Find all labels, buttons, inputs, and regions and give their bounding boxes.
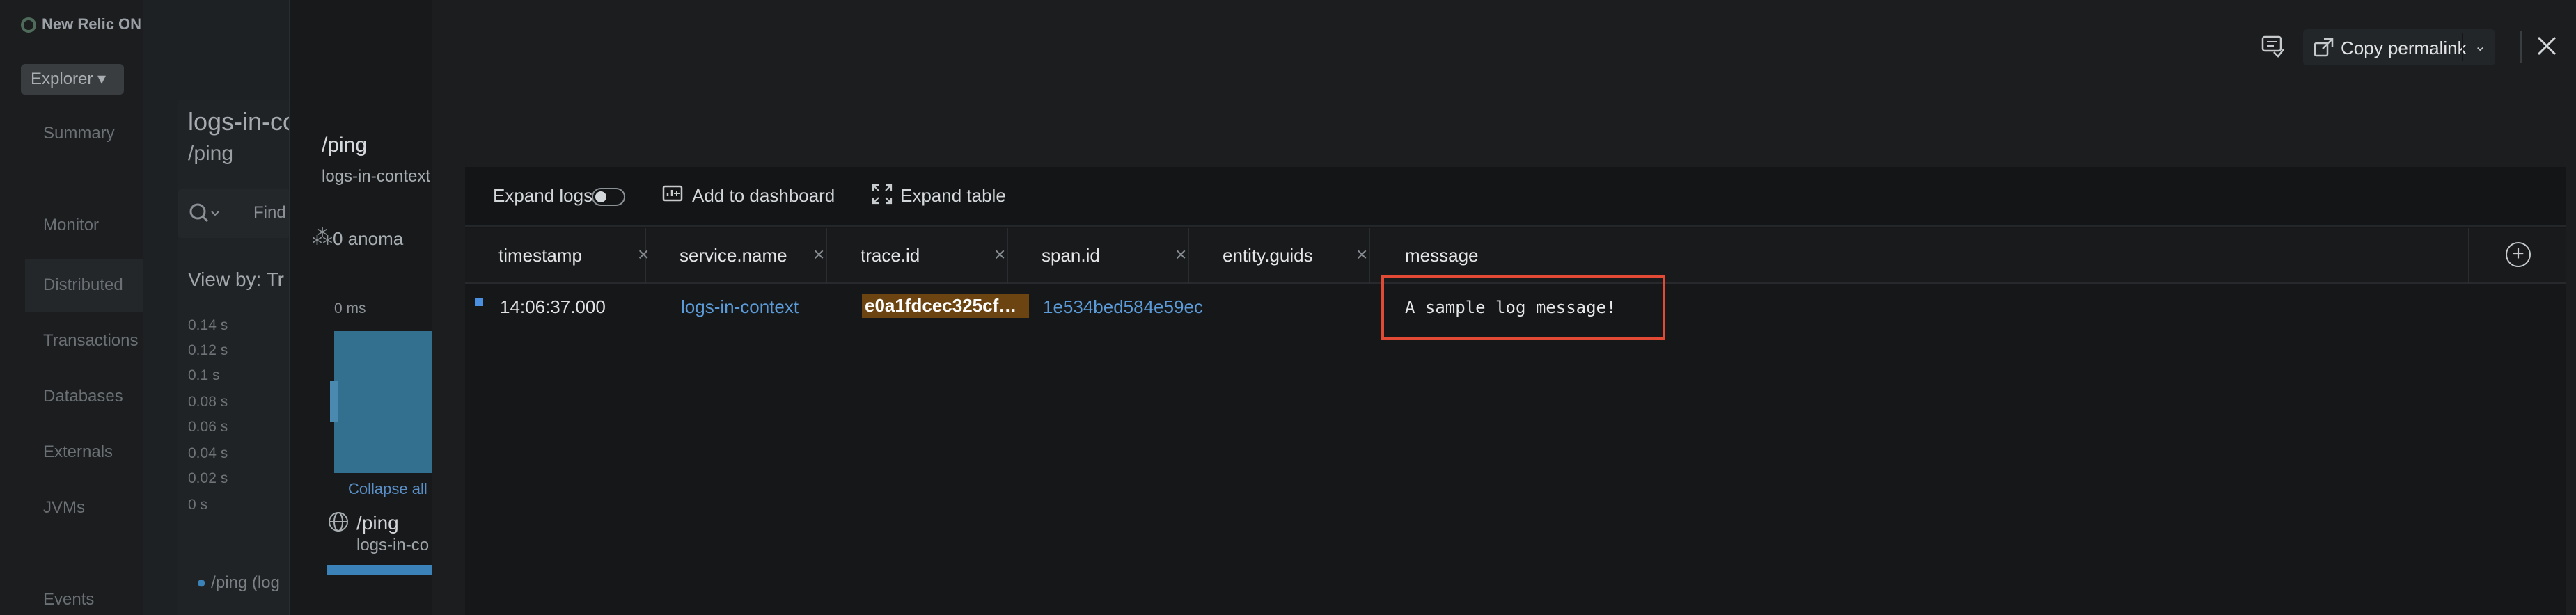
expand-table-icon: [872, 184, 893, 205]
column-header-service-name[interactable]: service.name ×: [646, 228, 827, 284]
remove-column-icon[interactable]: ×: [1356, 243, 1367, 266]
add-column-button[interactable]: +: [2468, 228, 2566, 284]
span-service: logs-in-co: [356, 536, 430, 554]
column-label: trace.id: [861, 245, 920, 266]
close-svg: [2537, 36, 2557, 56]
cell-trace-id[interactable]: e0a1fdcec325cfa6…: [862, 294, 1029, 318]
explorer-label: Explorer: [31, 70, 93, 88]
cell-span-id[interactable]: 1e534bed584e59ec: [1043, 296, 1203, 318]
explorer-button[interactable]: Explorer ▾: [21, 64, 124, 95]
expand-table-button[interactable]: Expand table: [900, 185, 1006, 207]
add-to-dashboard-button[interactable]: Add to dashboard: [692, 185, 835, 207]
legend-dot-icon: ●: [196, 573, 212, 592]
y-axis-tick: 0.14 s: [188, 317, 228, 333]
span-name[interactable]: /ping: [356, 512, 399, 534]
column-header-trace-id[interactable]: trace.id ×: [827, 228, 1008, 284]
anomalies-count[interactable]: 0 anoma: [333, 228, 403, 250]
legend-label: /ping (log: [211, 573, 280, 592]
logs-panel: Expand logs Add to dashboard Expand tabl…: [465, 167, 2566, 615]
plus-circle-icon: +: [2506, 242, 2531, 267]
link-out-icon: [2314, 38, 2334, 57]
globe-svg: [329, 512, 348, 532]
brand-label: New Relic ON: [42, 15, 142, 33]
nav-item-monitor[interactable]: Monitor: [43, 216, 99, 235]
close-icon[interactable]: [2534, 33, 2559, 58]
view-by-label: View by: Tr: [188, 269, 284, 290]
expand-logs-label: Expand logs: [493, 185, 593, 206]
entity-subtitle: /ping: [188, 142, 234, 165]
new-relic-logo-icon: [21, 17, 36, 33]
add-to-dashboard-icon: [662, 185, 683, 202]
column-label: message: [1405, 245, 1479, 266]
chart-legend: ● /ping (log: [196, 573, 280, 593]
y-axis-tick: 0 s: [188, 497, 208, 513]
permalink-divider: [2462, 33, 2463, 61]
anomalies-icon: ⁂: [312, 226, 333, 249]
span-duration-bar: [327, 565, 432, 575]
collapse-all-link[interactable]: Collapse all: [348, 480, 427, 498]
chevron-down-icon[interactable]: ⌄: [2474, 38, 2486, 55]
logs-toolbar: Expand logs Add to dashboard Expand tabl…: [465, 167, 2566, 227]
y-axis-tick: 0.08 s: [188, 394, 228, 410]
y-axis-tick: 0.04 s: [188, 445, 228, 461]
column-label: service.name: [680, 245, 787, 266]
toggle-knob: [595, 191, 606, 202]
search-icon: [189, 203, 219, 223]
y-axis-tick: 0.1 s: [188, 367, 220, 383]
search-label: Find: [253, 203, 286, 222]
column-label: timestamp: [498, 245, 582, 266]
trace-waterfall-marker: [330, 381, 338, 422]
timeline-start: 0 ms: [334, 301, 366, 317]
globe-icon: [327, 511, 350, 538]
annotation-highlight-box: [1381, 275, 1665, 340]
nav-item-distributed[interactable]: Distributed: [43, 275, 123, 295]
header-divider: [2520, 31, 2522, 63]
remove-column-icon[interactable]: ×: [1175, 243, 1186, 266]
trace-waterfall-bar[interactable]: [334, 331, 432, 473]
column-header-span-id[interactable]: span.id ×: [1008, 228, 1189, 284]
column-label: entity.guids: [1223, 245, 1313, 266]
trace-service[interactable]: logs-in-context: [322, 167, 430, 186]
trace-title: /ping: [322, 134, 368, 157]
column-header-timestamp[interactable]: timestamp ×: [465, 228, 649, 284]
nav-item-externals[interactable]: Externals: [43, 442, 113, 462]
column-label: span.id: [1042, 245, 1100, 266]
feedback-svg: [2261, 35, 2284, 58]
nav-item-databases[interactable]: Databases: [43, 387, 123, 406]
y-axis-tick: 0.06 s: [188, 419, 228, 435]
copy-permalink-button[interactable]: Copy permalink ⌄: [2303, 29, 2495, 65]
cell-timestamp: 14:06:37.000: [500, 296, 606, 317]
feedback-icon[interactable]: [2260, 33, 2285, 58]
nav-item-jvms[interactable]: JVMs: [43, 498, 85, 518]
expand-logs-toggle[interactable]: [592, 188, 625, 206]
remove-column-icon[interactable]: ×: [994, 243, 1005, 266]
column-header-entity-guids[interactable]: entity.guids ×: [1189, 228, 1370, 284]
copy-permalink-label: Copy permalink: [2341, 38, 2467, 58]
brand: New Relic ON: [21, 15, 141, 33]
nav-item-summary[interactable]: Summary: [43, 124, 115, 143]
nav-item-transactions[interactable]: Transactions: [43, 331, 139, 351]
cell-service-name[interactable]: logs-in-context: [681, 296, 799, 318]
search-bar[interactable]: Find: [178, 189, 290, 238]
remove-column-icon[interactable]: ×: [813, 243, 824, 266]
y-axis-tick: 0.12 s: [188, 342, 228, 358]
y-axis-tick: 0.02 s: [188, 470, 228, 486]
nav-item-events[interactable]: Events: [43, 590, 94, 609]
trace-drawer: /ping logs-in-context ⁂ 0 anoma 0 ms Col…: [289, 0, 432, 615]
